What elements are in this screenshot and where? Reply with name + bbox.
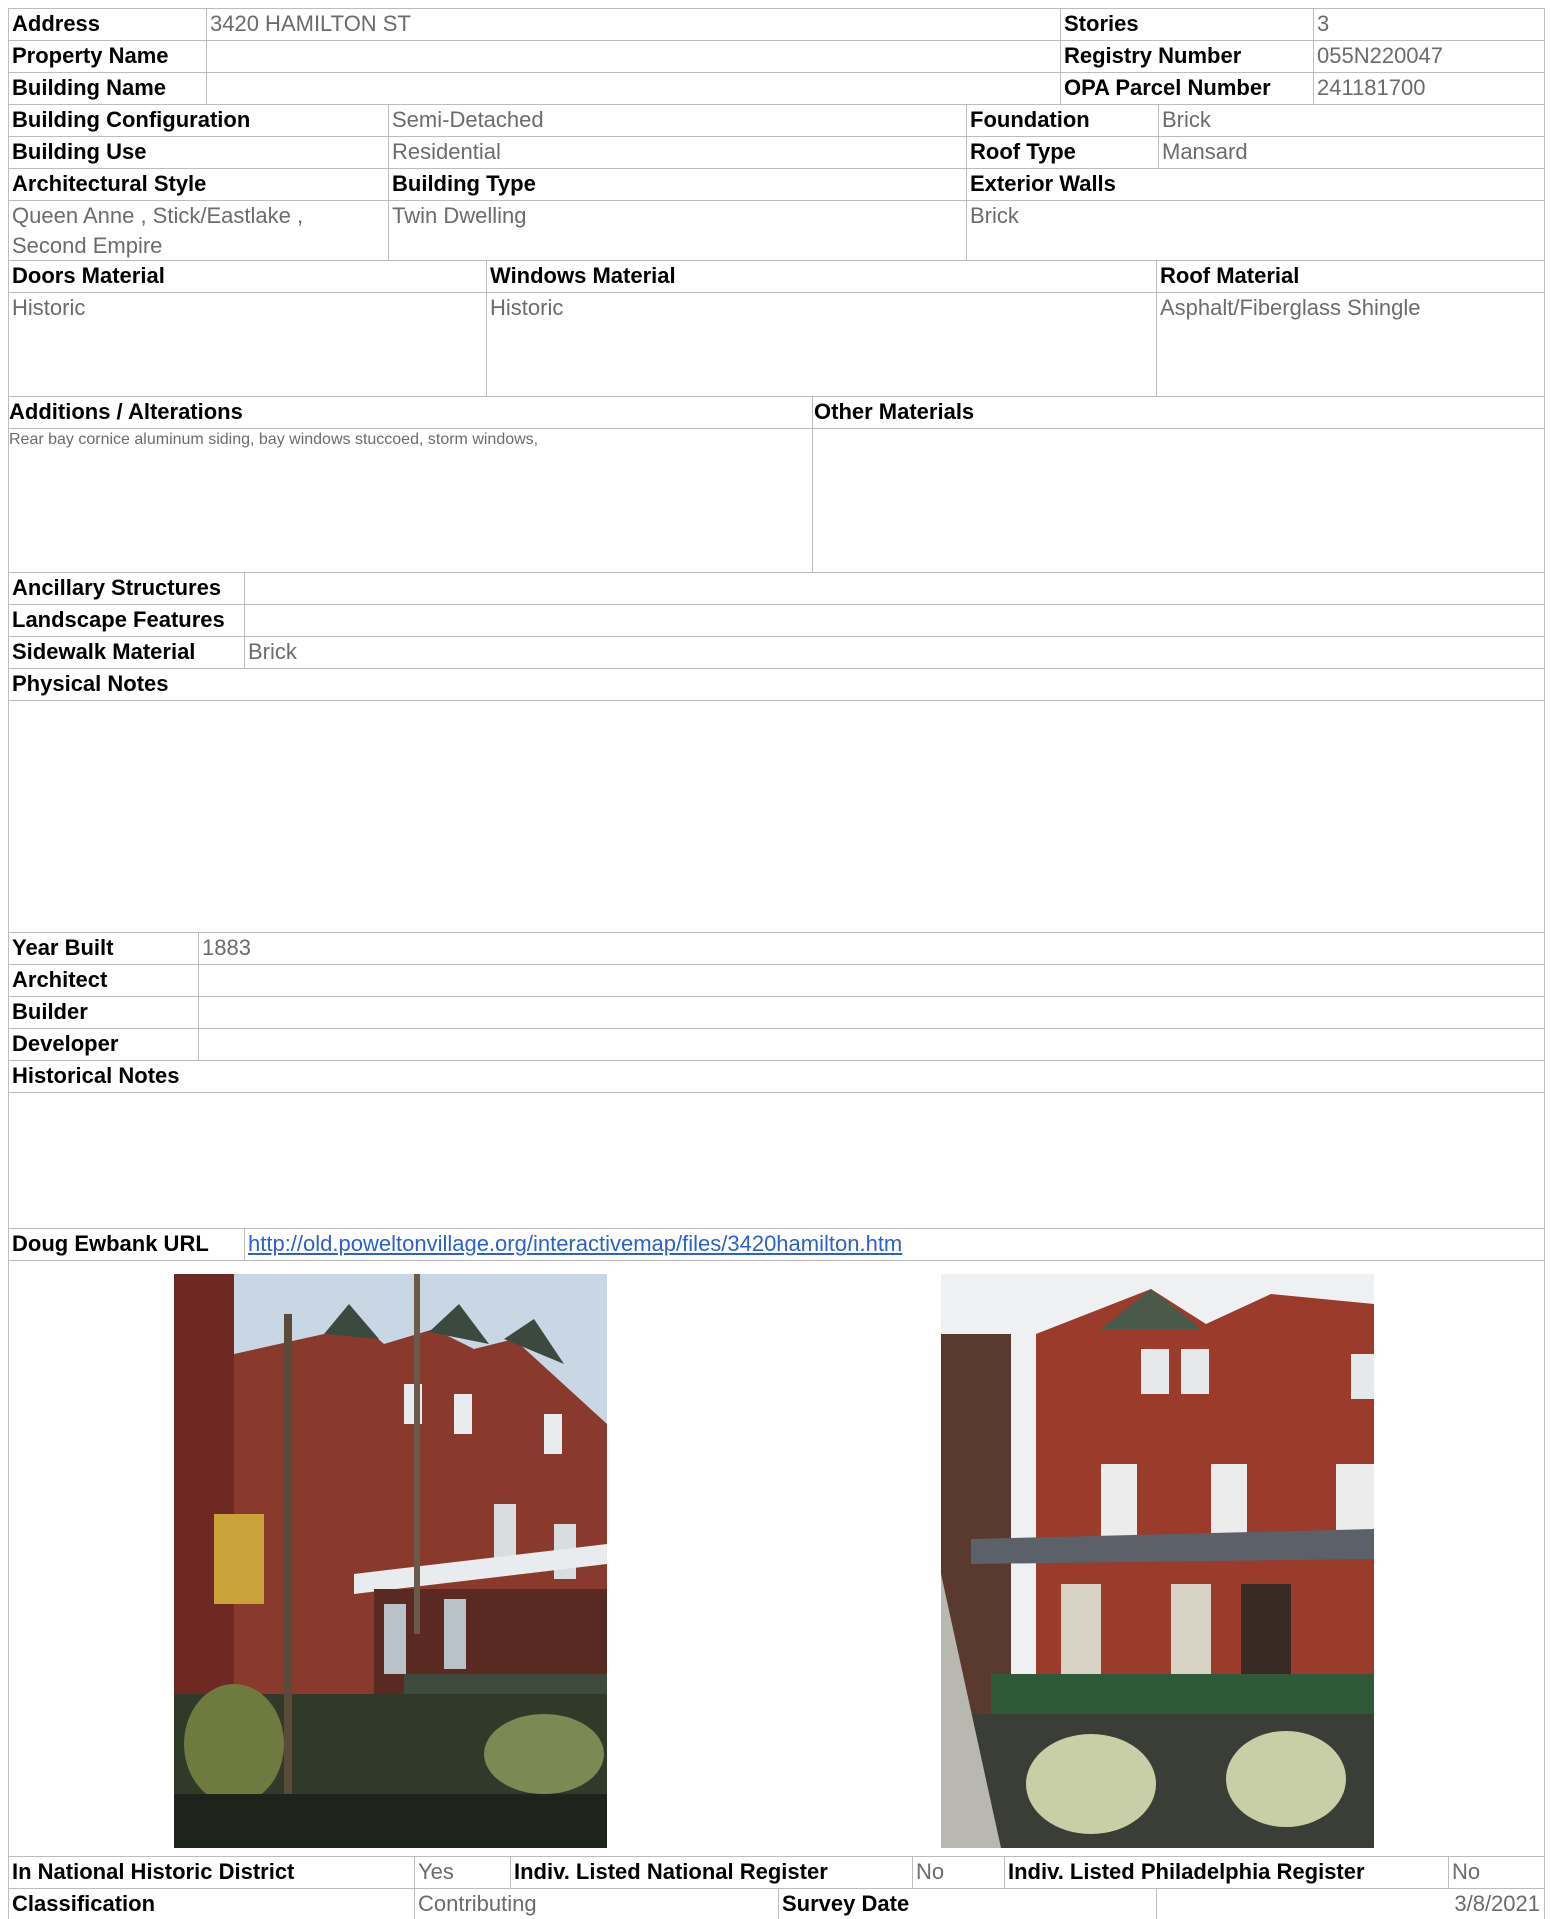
architectural-style-value-line2: Second Empire: [12, 233, 163, 258]
building-type-value: Twin Dwelling: [392, 203, 527, 228]
doug-ewbank-url-link[interactable]: http://old.poweltonvillage.org/interacti…: [248, 1231, 902, 1256]
physical-notes-value: [8, 700, 1544, 932]
property-name-label: Property Name: [12, 43, 169, 68]
opa-parcel-value: 241181700: [1317, 75, 1426, 100]
indiv-national-value: No: [916, 1859, 945, 1884]
stories-label: Stories: [1064, 11, 1139, 36]
indiv-philadelphia-value: No: [1452, 1859, 1481, 1884]
house-photo-left-image: [174, 1274, 607, 1848]
property-survey-form: Address 3420 HAMILTON ST Stories 3 Prope…: [8, 8, 1545, 1919]
windows-material-value: Historic: [490, 295, 564, 320]
doug-ewbank-url-label: Doug Ewbank URL: [12, 1231, 209, 1256]
ancillary-structures-value: [244, 572, 1544, 604]
additions-label: Additions / Alterations: [9, 399, 243, 424]
classification-value: Contributing: [418, 1891, 537, 1916]
indiv-philadelphia-label: Indiv. Listed Philadelphia Register: [1008, 1859, 1365, 1884]
building-use-value: Residential: [392, 139, 501, 164]
property-name-value: [206, 40, 1060, 72]
building-use-label: Building Use: [12, 139, 147, 164]
historical-notes-label: Historical Notes: [12, 1063, 180, 1088]
other-materials-label: Other Materials: [814, 399, 975, 424]
builder-label: Builder: [12, 999, 88, 1024]
survey-date-label: Survey Date: [782, 1891, 910, 1916]
house-photo-right: [941, 1274, 1374, 1848]
foundation-label: Foundation: [970, 107, 1090, 132]
sidewalk-material-value: Brick: [248, 639, 297, 664]
survey-date-value: 3/8/2021: [1454, 1891, 1540, 1916]
sidewalk-material-label: Sidewalk Material: [12, 639, 196, 664]
developer-value: [198, 1028, 1544, 1060]
additions-value: Rear bay cornice aluminum siding, bay wi…: [9, 431, 539, 448]
developer-label: Developer: [12, 1031, 119, 1056]
landscape-features-label: Landscape Features: [12, 607, 225, 632]
landscape-features-value: [244, 604, 1544, 636]
stories-value: 3: [1317, 11, 1330, 36]
registry-number-label: Registry Number: [1064, 43, 1242, 68]
building-configuration-label: Building Configuration: [12, 107, 251, 132]
roof-type-value: Mansard: [1162, 139, 1248, 164]
roof-type-label: Roof Type: [970, 139, 1076, 164]
house-photo-right-image: [941, 1274, 1374, 1848]
address-label: Address: [12, 11, 101, 36]
windows-material-label: Windows Material: [490, 263, 676, 288]
classification-label: Classification: [12, 1891, 156, 1916]
national-district-label: In National Historic District: [12, 1859, 295, 1884]
house-photo-left: [174, 1274, 607, 1848]
year-built-value: 1883: [202, 935, 251, 960]
architect-value: [198, 964, 1544, 996]
other-materials-value: [812, 429, 1544, 572]
building-configuration-value: Semi-Detached: [392, 107, 544, 132]
ancillary-structures-label: Ancillary Structures: [12, 575, 222, 600]
architect-label: Architect: [12, 967, 108, 992]
opa-parcel-label: OPA Parcel Number: [1064, 75, 1271, 100]
roof-material-label: Roof Material: [1160, 263, 1300, 288]
architectural-style-value-line1: Queen Anne , Stick/Eastlake ,: [12, 203, 304, 228]
building-type-label: Building Type: [392, 171, 536, 196]
roof-material-value: Asphalt/Fiberglass Shingle: [1160, 295, 1421, 320]
doug-ewbank-url-cell: http://old.poweltonvillage.org/interacti…: [244, 1228, 1544, 1260]
registry-number-value: 055N220047: [1317, 43, 1444, 68]
historical-notes-value: [8, 1092, 1544, 1228]
builder-value: [198, 996, 1544, 1028]
building-name-value: [206, 72, 1060, 104]
foundation-value: Brick: [1162, 107, 1211, 132]
doors-material-value: Historic: [12, 295, 86, 320]
exterior-walls-value: Brick: [970, 203, 1019, 228]
architectural-style-label: Architectural Style: [12, 171, 207, 196]
building-name-label: Building Name: [12, 75, 167, 100]
doors-material-label: Doors Material: [12, 263, 165, 288]
national-district-value: Yes: [418, 1859, 454, 1884]
address-value: 3420 HAMILTON ST: [210, 11, 411, 36]
exterior-walls-label: Exterior Walls: [970, 171, 1116, 196]
physical-notes-label: Physical Notes: [12, 671, 169, 696]
year-built-label: Year Built: [12, 935, 114, 960]
indiv-national-label: Indiv. Listed National Register: [514, 1859, 828, 1884]
